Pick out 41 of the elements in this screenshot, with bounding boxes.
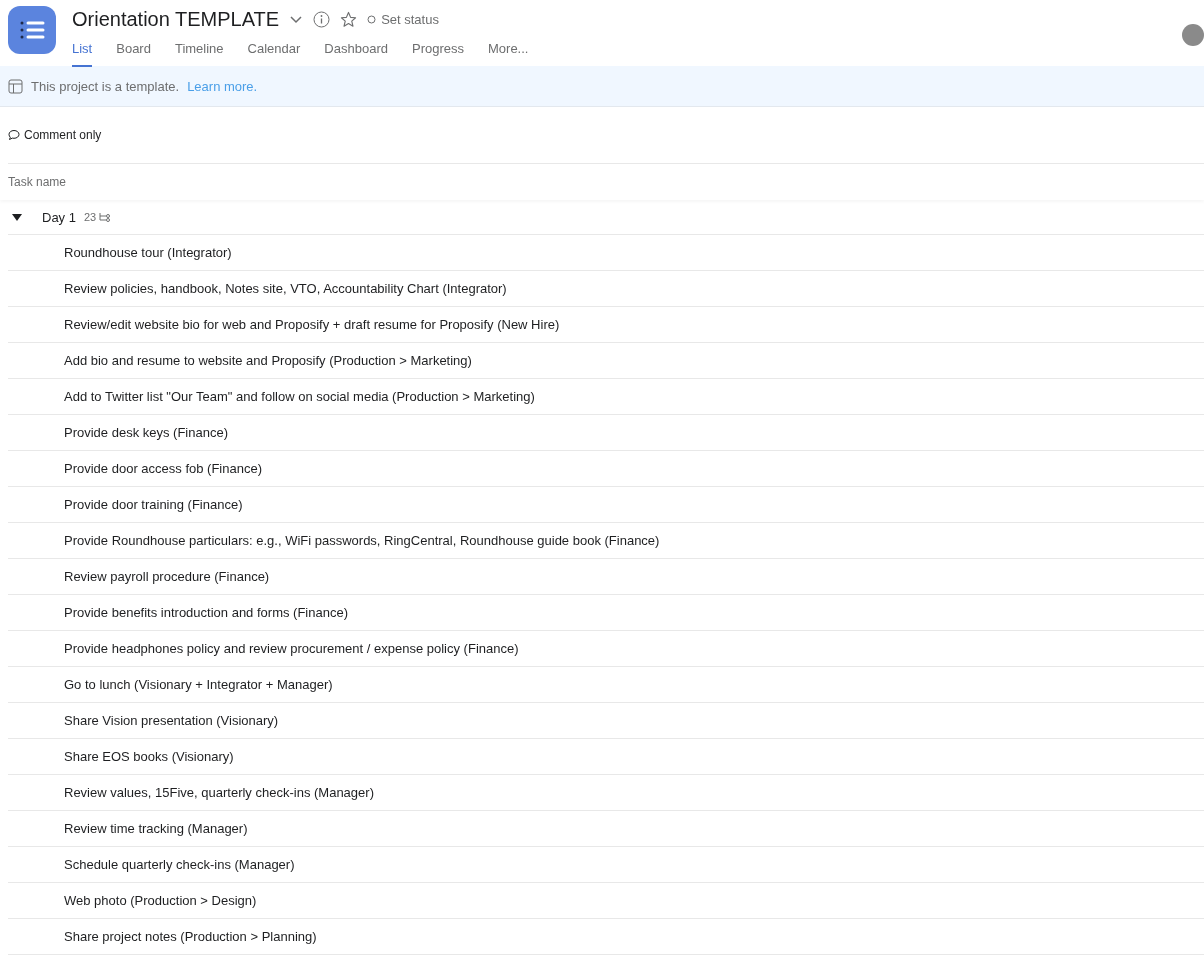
comment-only-button[interactable]: Comment only (8, 128, 102, 142)
section-name: Day 1 (42, 209, 76, 225)
column-header: Task name (8, 175, 67, 189)
task-name[interactable]: Go to lunch (Visionary + Integrator + Manager) (64, 677, 333, 692)
set-status-button[interactable]: Set status (367, 11, 439, 27)
view-tab[interactable]: Calendar (247, 38, 301, 67)
task-name[interactable]: Review values, 15Five, quarterly check-ins (Manager) (64, 785, 374, 800)
template-icon (8, 78, 23, 94)
task-name[interactable]: Schedule quarterly check-ins (Manager) (64, 857, 295, 872)
star-icon[interactable] (340, 10, 358, 28)
task-name[interactable]: Add to Twitter list "Our Team" and follow on social media (Production > Marketing) (64, 389, 535, 404)
task-name[interactable]: Share Vision presentation (Visionary) (64, 713, 279, 728)
task-name[interactable]: Web photo (Production > Design) (64, 893, 257, 908)
task-name[interactable]: Review payroll procedure (Finance) (64, 569, 270, 584)
circle-icon (367, 14, 377, 24)
task-name[interactable]: Roundhouse tour (Integrator) (64, 245, 232, 260)
avatar[interactable] (1182, 24, 1204, 46)
project-title: Orientation TEMPLATE (72, 7, 280, 31)
task-name[interactable]: Share project notes (Production > Planning) (64, 929, 317, 944)
view-tab[interactable]: Dashboard (324, 38, 388, 67)
subtask-count: 23 (83, 211, 97, 223)
view-tab[interactable]: More... (488, 38, 529, 67)
banner-text: This project is a template. (31, 78, 180, 94)
view-tab[interactable]: Board (116, 38, 151, 67)
task-name[interactable]: Share EOS books (Visionary) (64, 749, 234, 764)
info-icon[interactable] (313, 10, 331, 28)
task-name[interactable]: Review/edit website bio for web and Proposify + draft resume for Proposify (New Hire) (64, 317, 560, 332)
task-name[interactable]: Provide door access fob (Finance) (64, 461, 262, 476)
task-name[interactable]: Review time tracking (Manager) (64, 821, 248, 836)
task-name[interactable]: Provide Roundhouse particulars: e.g., WiFi passwords, RingCentral, Roundhouse guide book (Finance) (64, 533, 660, 548)
task-name[interactable]: Provide headphones policy and review procurement / expense policy (Finance) (64, 641, 519, 656)
project-icon (8, 6, 56, 54)
subtask-icon (99, 212, 112, 222)
task-name[interactable]: Review policies, handbook, Notes site, VTO, Accountability Chart (Integrator) (64, 281, 507, 296)
task-name[interactable]: Provide benefits introduction and forms (Finance) (64, 605, 348, 620)
task-name[interactable]: Provide desk keys (Finance) (64, 425, 228, 440)
comment-icon (8, 129, 20, 141)
task-name[interactable]: Add bio and resume to website and Proposify (Production > Marketing) (64, 353, 472, 368)
view-tab[interactable]: Timeline (174, 38, 224, 67)
view-tab[interactable]: Progress (411, 38, 464, 67)
task-name[interactable]: Provide door training (Finance) (64, 497, 243, 512)
